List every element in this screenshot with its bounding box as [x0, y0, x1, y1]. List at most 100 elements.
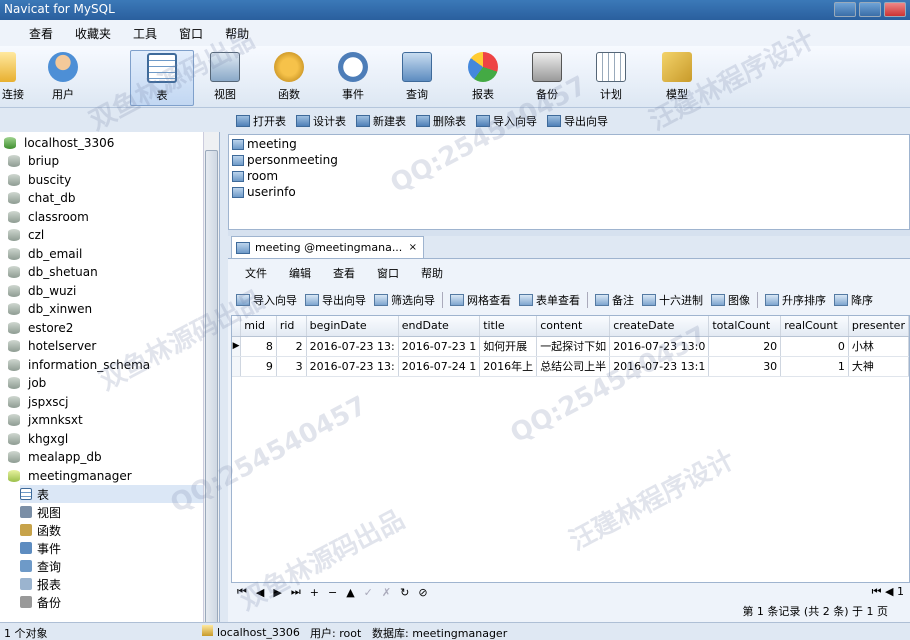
grid-cell[interactable]: 2016-07-24 1: [398, 356, 481, 377]
discard-button[interactable]: ✗: [382, 586, 391, 599]
tree-item-database[interactable]: classroom: [8, 208, 89, 226]
tree-item-database[interactable]: jxmnksxt: [8, 411, 83, 429]
toolbar-user-button[interactable]: 用户: [34, 50, 92, 106]
open-table-button[interactable]: 打开表: [232, 113, 290, 129]
column-header[interactable]: totalCount: [708, 316, 782, 337]
next-record-button[interactable]: ▶: [273, 586, 281, 599]
page-first-icon[interactable]: ⏮ ◀ 1: [872, 585, 904, 599]
menu-tools[interactable]: 工具: [122, 25, 168, 42]
grid-cell[interactable]: 如何开展: [479, 336, 538, 357]
delete-table-button[interactable]: 删除表: [412, 113, 470, 129]
grid-cell[interactable]: 20: [708, 336, 782, 357]
tree-item-views[interactable]: 视图: [20, 503, 61, 521]
grid-cell[interactable]: 2016-07-23 13:0: [609, 336, 710, 357]
tree-item-functions[interactable]: 函数: [20, 521, 61, 539]
memo-button[interactable]: 备注: [591, 292, 638, 308]
toolbar-connection-button[interactable]: 连接: [0, 50, 30, 106]
grid-cell[interactable]: 3: [276, 356, 307, 377]
export-wizard-button[interactable]: 导出向导: [543, 113, 612, 129]
form-view-button[interactable]: 表单查看: [515, 292, 584, 308]
tree-item-database[interactable]: mealapp_db: [8, 448, 102, 466]
grid-cell[interactable]: 0: [780, 336, 849, 357]
column-header[interactable]: mid: [240, 316, 277, 337]
close-tab-icon[interactable]: ×: [409, 242, 417, 253]
toolbar-view-button[interactable]: 视图: [196, 50, 254, 106]
tab-meeting[interactable]: meeting @meetingmana... ×: [231, 236, 424, 258]
tree-item-backups[interactable]: 备份: [20, 593, 61, 611]
toolbar-function-button[interactable]: 函数: [260, 50, 318, 106]
grid-cell[interactable]: 8: [240, 336, 277, 357]
minimize-button[interactable]: [834, 2, 856, 17]
prev-record-button[interactable]: ◀: [256, 586, 264, 599]
grid-cell[interactable]: 1: [780, 356, 849, 377]
tree-connection[interactable]: localhost_3306: [4, 134, 114, 152]
grid-cell[interactable]: 总结公司上半: [536, 356, 611, 377]
editor-menu-view[interactable]: 查看: [322, 265, 366, 281]
add-record-button[interactable]: +: [310, 586, 319, 599]
tree-item-tables[interactable]: 表: [20, 485, 216, 503]
tree-scrollbar[interactable]: [203, 132, 219, 628]
new-table-button[interactable]: 新建表: [352, 113, 410, 129]
tree-item-database[interactable]: chat_db: [8, 189, 76, 207]
object-item-personmeeting[interactable]: personmeeting: [232, 152, 338, 168]
editor-menu-window[interactable]: 窗口: [366, 265, 410, 281]
tree-item-queries[interactable]: 查询: [20, 557, 61, 575]
import-wizard-button[interactable]: 导入向导: [472, 113, 541, 129]
maximize-button[interactable]: [859, 2, 881, 17]
close-button[interactable]: [884, 2, 906, 17]
toolbar-backup-button[interactable]: 备份: [518, 50, 576, 106]
column-header[interactable]: content: [536, 316, 611, 337]
column-header[interactable]: beginDate: [306, 316, 399, 337]
object-item-meeting[interactable]: meeting: [232, 136, 297, 152]
table-row[interactable]: 9 3 2016-07-23 13: 2016-07-24 1 2016年上 总…: [232, 356, 909, 377]
stop-button[interactable]: ⊘: [418, 586, 427, 599]
menu-favorites[interactable]: 收藏夹: [64, 25, 122, 42]
editor-menu-help[interactable]: 帮助: [410, 265, 454, 281]
tree-item-database[interactable]: db_wuzi: [8, 282, 76, 300]
tree-item-database[interactable]: khgxgl: [8, 430, 68, 448]
refresh-button[interactable]: ↻: [400, 586, 409, 599]
apply-button[interactable]: ✓: [364, 586, 373, 599]
tree-item-database[interactable]: meetingmanager: [8, 467, 132, 485]
first-record-button[interactable]: ⏮: [237, 585, 247, 599]
image-button[interactable]: 图像: [707, 292, 754, 308]
grid-cell[interactable]: 2016-07-23 13:: [306, 336, 399, 357]
hex-button[interactable]: 十六进制: [638, 292, 707, 308]
sort-ascending-button[interactable]: 升序排序: [761, 292, 830, 308]
last-record-button[interactable]: ⏭: [291, 585, 301, 599]
toolbar-schedule-button[interactable]: 计划: [582, 50, 640, 106]
grid-cell[interactable]: 2: [276, 336, 307, 357]
tree-item-database[interactable]: buscity: [8, 171, 71, 189]
column-header[interactable]: presenter: [848, 316, 909, 337]
tree-item-database[interactable]: db_email: [8, 245, 82, 263]
table-row[interactable]: ▶ 8 2 2016-07-23 13: 2016-07-23 1 如何开展 一…: [232, 336, 909, 357]
delete-record-button[interactable]: −: [328, 586, 337, 599]
edit-record-button[interactable]: ▲: [346, 586, 354, 599]
menu-view[interactable]: 查看: [18, 25, 64, 42]
tree-item-database[interactable]: job: [8, 374, 46, 392]
column-header[interactable]: realCount: [780, 316, 849, 337]
menu-window[interactable]: 窗口: [168, 25, 214, 42]
tree-item-database[interactable]: jspxscj: [8, 393, 69, 411]
editor-menu-file[interactable]: 文件: [234, 265, 278, 281]
design-table-button[interactable]: 设计表: [292, 113, 350, 129]
grid-cell[interactable]: 9: [240, 356, 277, 377]
grid-cell[interactable]: 2016-07-23 13:: [306, 356, 399, 377]
grid-cell[interactable]: 2016-07-23 1: [398, 336, 481, 357]
tree-scroll-thumb[interactable]: [205, 150, 218, 628]
tree-item-database[interactable]: hotelserver: [8, 337, 96, 355]
editor-import-button[interactable]: 导入向导: [232, 292, 301, 308]
toolbar-report-button[interactable]: 报表: [454, 50, 512, 106]
tree-item-database[interactable]: briup: [8, 152, 59, 170]
tree-item-database[interactable]: czl: [8, 226, 44, 244]
toolbar-model-button[interactable]: 模型: [648, 50, 706, 106]
menu-help[interactable]: 帮助: [214, 25, 260, 42]
grid-cell[interactable]: 30: [708, 356, 782, 377]
grid-view-button[interactable]: 网格查看: [446, 292, 515, 308]
grid-cell[interactable]: 2016-07-23 13:1: [609, 356, 710, 377]
tree-item-database[interactable]: db_shetuan: [8, 263, 98, 281]
filter-wizard-button[interactable]: 筛选向导: [370, 292, 439, 308]
column-header[interactable]: title: [479, 316, 538, 337]
tree-item-events[interactable]: 事件: [20, 539, 61, 557]
tree-item-database[interactable]: estore2: [8, 319, 73, 337]
